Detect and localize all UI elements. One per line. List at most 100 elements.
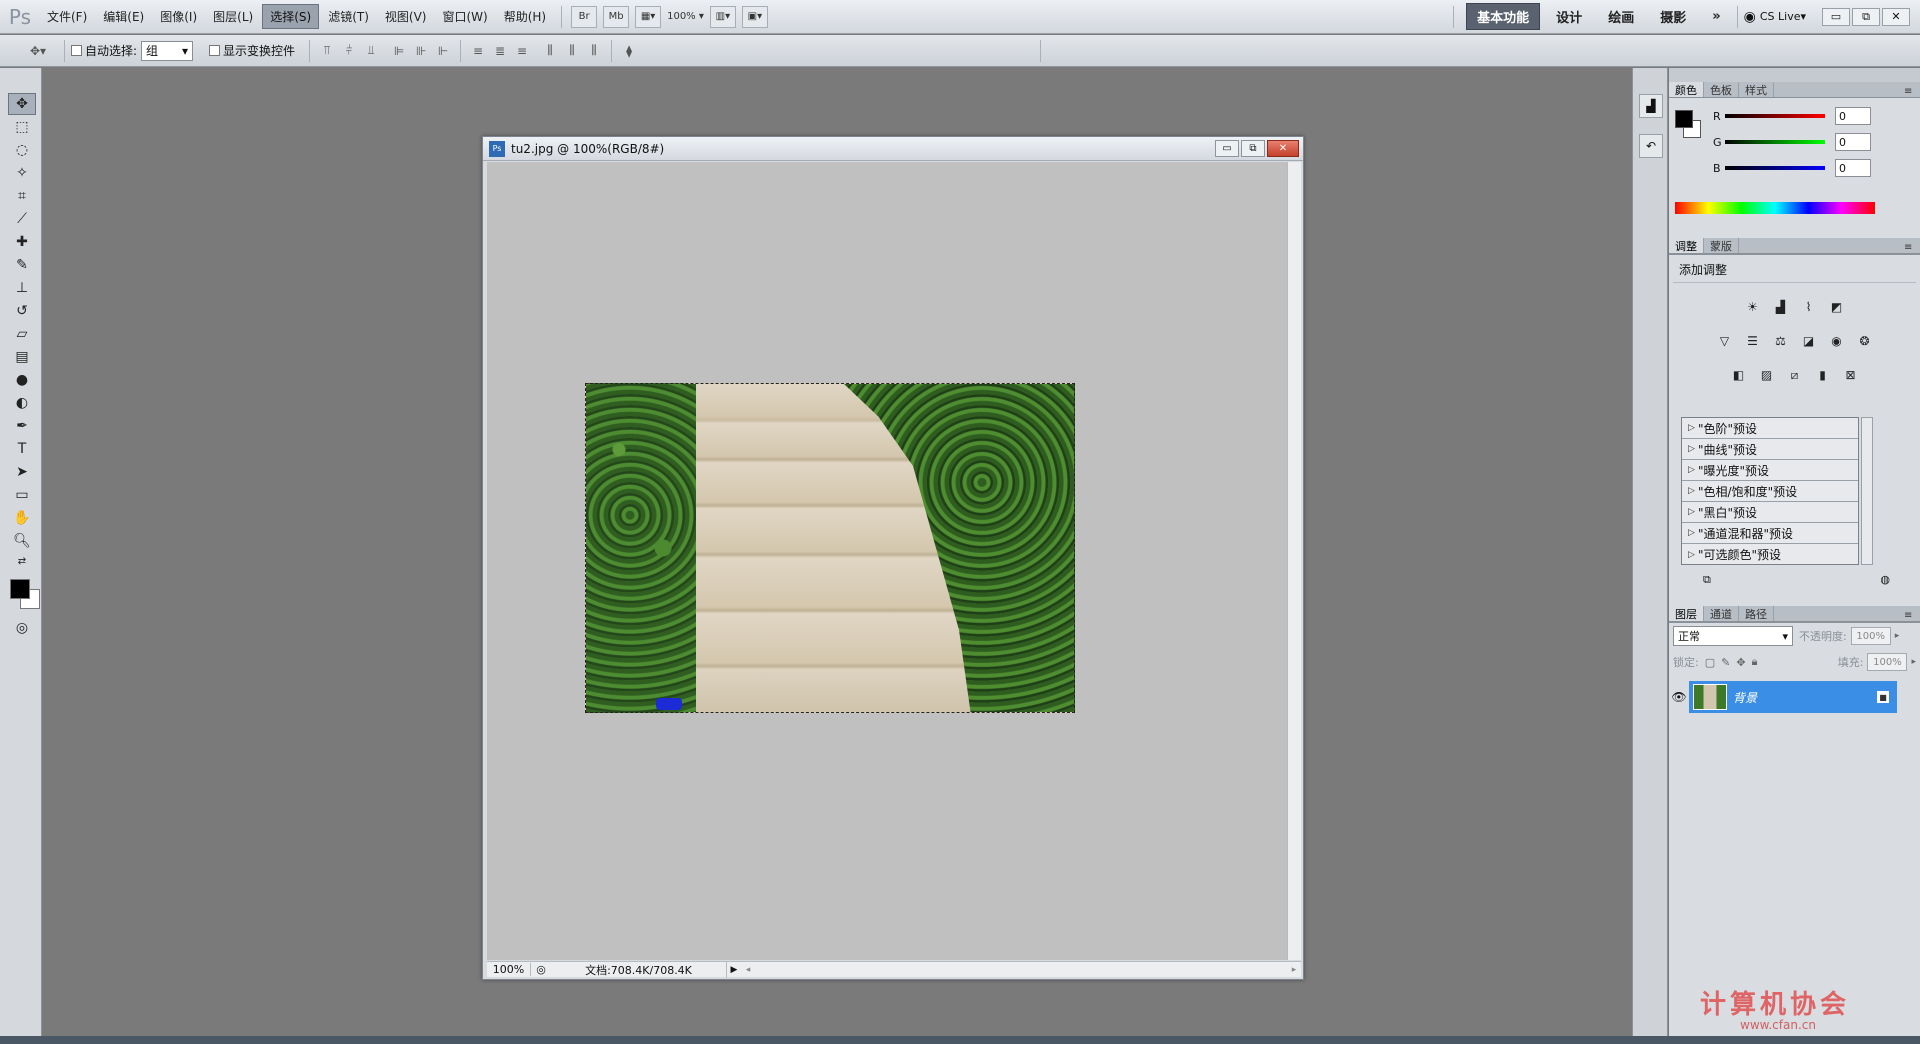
exposure-icon[interactable]: ◩ — [1825, 295, 1849, 319]
distribute-right-icon[interactable]: ⫼ — [585, 42, 603, 60]
extras-icon[interactable]: ▦▾ — [635, 5, 662, 28]
quick-mask-icon[interactable]: ◎ — [8, 617, 36, 639]
red-slider[interactable] — [1725, 114, 1825, 118]
auto-align-icon[interactable]: ⧫ — [620, 42, 638, 60]
distribute-top-icon[interactable]: ≡ — [469, 42, 487, 60]
align-vcenter-icon[interactable]: ⫩ — [340, 42, 358, 60]
tab-styles[interactable]: 样式 — [1739, 82, 1774, 97]
history-icon[interactable]: ↶ — [1639, 134, 1663, 158]
reset-view-icon[interactable]: ◍ — [1880, 573, 1890, 591]
lock-transparent-icon[interactable]: ▢ — [1705, 656, 1715, 669]
panel-menu-icon[interactable]: ≡ — [1904, 242, 1920, 253]
menu-window[interactable]: 窗口(W) — [435, 5, 494, 28]
tab-paths[interactable]: 路径 — [1739, 606, 1774, 621]
selective-color-icon[interactable]: ⊠ — [1839, 363, 1863, 387]
distribute-bottom-icon[interactable]: ≡ — [513, 42, 531, 60]
presets-scrollbar[interactable] — [1861, 417, 1873, 565]
bridge-button[interactable]: Br — [571, 5, 598, 28]
distribute-left-icon[interactable]: ⫼ — [541, 42, 559, 60]
close-app-button[interactable]: ✕ — [1882, 7, 1910, 26]
auto-select-checkbox[interactable] — [71, 45, 82, 56]
status-menu-arrow-icon[interactable]: ▶ — [727, 965, 741, 975]
doc-restore-button[interactable]: ⧉ — [1241, 140, 1265, 157]
gradient-tool-icon[interactable]: ▤ — [8, 346, 36, 368]
minibridge-button[interactable]: Mb — [603, 5, 630, 28]
histogram-icon[interactable]: ▟ — [1639, 94, 1663, 118]
doc-close-button[interactable]: ✕ — [1267, 140, 1299, 157]
crop-tool-icon[interactable]: ⌗ — [8, 185, 36, 207]
minimize-button[interactable]: ▭ — [1822, 7, 1850, 26]
lock-position-icon[interactable]: ✥ — [1736, 656, 1745, 669]
dodge-tool-icon[interactable]: ◐ — [8, 392, 36, 414]
screen-mode-icon[interactable]: ▣▾ — [741, 5, 768, 28]
move-tool-preset-icon[interactable]: ✥▾ — [20, 42, 56, 60]
distribute-hcenter-icon[interactable]: ⫼ — [563, 42, 581, 60]
move-tool-icon[interactable]: ✥ — [8, 93, 36, 115]
show-transform-checkbox[interactable] — [209, 45, 221, 56]
blend-mode-dropdown[interactable]: 正常 ▾ — [1673, 626, 1793, 646]
layer-selected[interactable]: 背景 ■ — [1689, 681, 1897, 713]
gradient-map-icon[interactable]: ▮ — [1811, 363, 1835, 387]
vertical-scrollbar[interactable] — [1287, 162, 1301, 960]
align-left-icon[interactable]: ⊫ — [390, 42, 408, 60]
blue-value[interactable]: 0 — [1835, 159, 1871, 177]
panel-foreground-swatch[interactable] — [1675, 110, 1693, 128]
status-info-icon[interactable]: ◎ — [531, 963, 551, 976]
menu-view[interactable]: 视图(V) — [378, 5, 434, 28]
color-swatches[interactable] — [6, 575, 42, 611]
auto-select-dropdown[interactable]: 组 ▾ — [141, 40, 194, 61]
lock-all-icon[interactable]: 🔒︎ — [1752, 655, 1758, 669]
menu-image[interactable]: 图像(I) — [153, 5, 204, 28]
lock-pixels-icon[interactable]: ✎ — [1721, 656, 1730, 669]
workspace-essentials[interactable]: 基本功能 — [1466, 3, 1541, 30]
healing-brush-icon[interactable]: ✚ — [8, 231, 36, 253]
restore-button[interactable]: ⧉ — [1852, 7, 1880, 26]
black-white-icon[interactable]: ◪ — [1797, 329, 1821, 353]
clone-stamp-icon[interactable]: ⊥ — [8, 277, 36, 299]
green-slider[interactable] — [1725, 140, 1825, 144]
red-value[interactable]: 0 — [1835, 107, 1871, 125]
workspace-painting[interactable]: 绘画 — [1598, 4, 1644, 29]
workspace-photography[interactable]: 摄影 — [1650, 4, 1696, 29]
canvas-area[interactable] — [487, 162, 1287, 960]
eraser-tool-icon[interactable]: ▱ — [8, 323, 36, 345]
blue-slider[interactable] — [1725, 166, 1825, 170]
preset-levels[interactable]: ▷ "色阶"预设 — [1682, 418, 1858, 439]
fill-arrow-icon[interactable]: ▸ — [1911, 657, 1916, 667]
workspace-design[interactable]: 设计 — [1546, 4, 1592, 29]
menu-edit[interactable]: 编辑(E) — [96, 5, 151, 28]
zoom-tool-icon[interactable]: 🔍︎ — [8, 530, 36, 552]
preset-curves[interactable]: ▷ "曲线"预设 — [1682, 439, 1858, 460]
tab-layers[interactable]: 图层 — [1669, 606, 1704, 621]
curves-icon[interactable]: ⌇ — [1797, 295, 1821, 319]
scroll-right-icon[interactable]: ▸ — [1287, 965, 1301, 975]
vibrance-icon[interactable]: ▽ — [1713, 329, 1737, 353]
clip-to-layer-icon[interactable]: ⧉ — [1703, 573, 1711, 591]
layer-row-background[interactable]: 👁︎ 背景 ■ — [1669, 681, 1920, 713]
eyedropper-tool-icon[interactable]: ⟋ — [8, 208, 36, 230]
posterize-icon[interactable]: ▨ — [1755, 363, 1779, 387]
hand-tool-icon[interactable]: ✋ — [8, 507, 36, 529]
tab-channels[interactable]: 通道 — [1704, 606, 1739, 621]
tab-adjustments[interactable]: 调整 — [1669, 238, 1704, 253]
lasso-tool-icon[interactable]: ◌ — [8, 139, 36, 161]
hue-saturation-icon[interactable]: ☰ — [1741, 329, 1765, 353]
zoom-level-select[interactable]: 100% ▾ — [667, 6, 704, 28]
preset-hue-saturation[interactable]: ▷ "色相/饱和度"预设 — [1682, 481, 1858, 502]
menu-file[interactable]: 文件(F) — [40, 5, 94, 28]
invert-icon[interactable]: ◧ — [1727, 363, 1751, 387]
blur-tool-icon[interactable]: ● — [8, 369, 36, 391]
preset-exposure[interactable]: ▷ "曝光度"预设 — [1682, 460, 1858, 481]
preset-channel-mixer[interactable]: ▷ "通道混和器"预设 — [1682, 523, 1858, 544]
color-spectrum[interactable] — [1675, 202, 1875, 214]
distribute-vcenter-icon[interactable]: ≣ — [491, 42, 509, 60]
shape-tool-icon[interactable]: ▭ — [8, 484, 36, 506]
path-select-icon[interactable]: ➤ — [8, 461, 36, 483]
brightness-icon[interactable]: ☀ — [1741, 295, 1765, 319]
preset-selective-color[interactable]: ▷ "可选颜色"预设 — [1682, 544, 1858, 565]
threshold-icon[interactable]: ⧄ — [1783, 363, 1807, 387]
type-tool-icon[interactable]: T — [8, 438, 36, 460]
fill-field[interactable]: 100% — [1867, 653, 1908, 671]
scroll-left-icon[interactable]: ◂ — [741, 965, 755, 975]
align-bottom-icon[interactable]: ⫫ — [362, 42, 380, 60]
